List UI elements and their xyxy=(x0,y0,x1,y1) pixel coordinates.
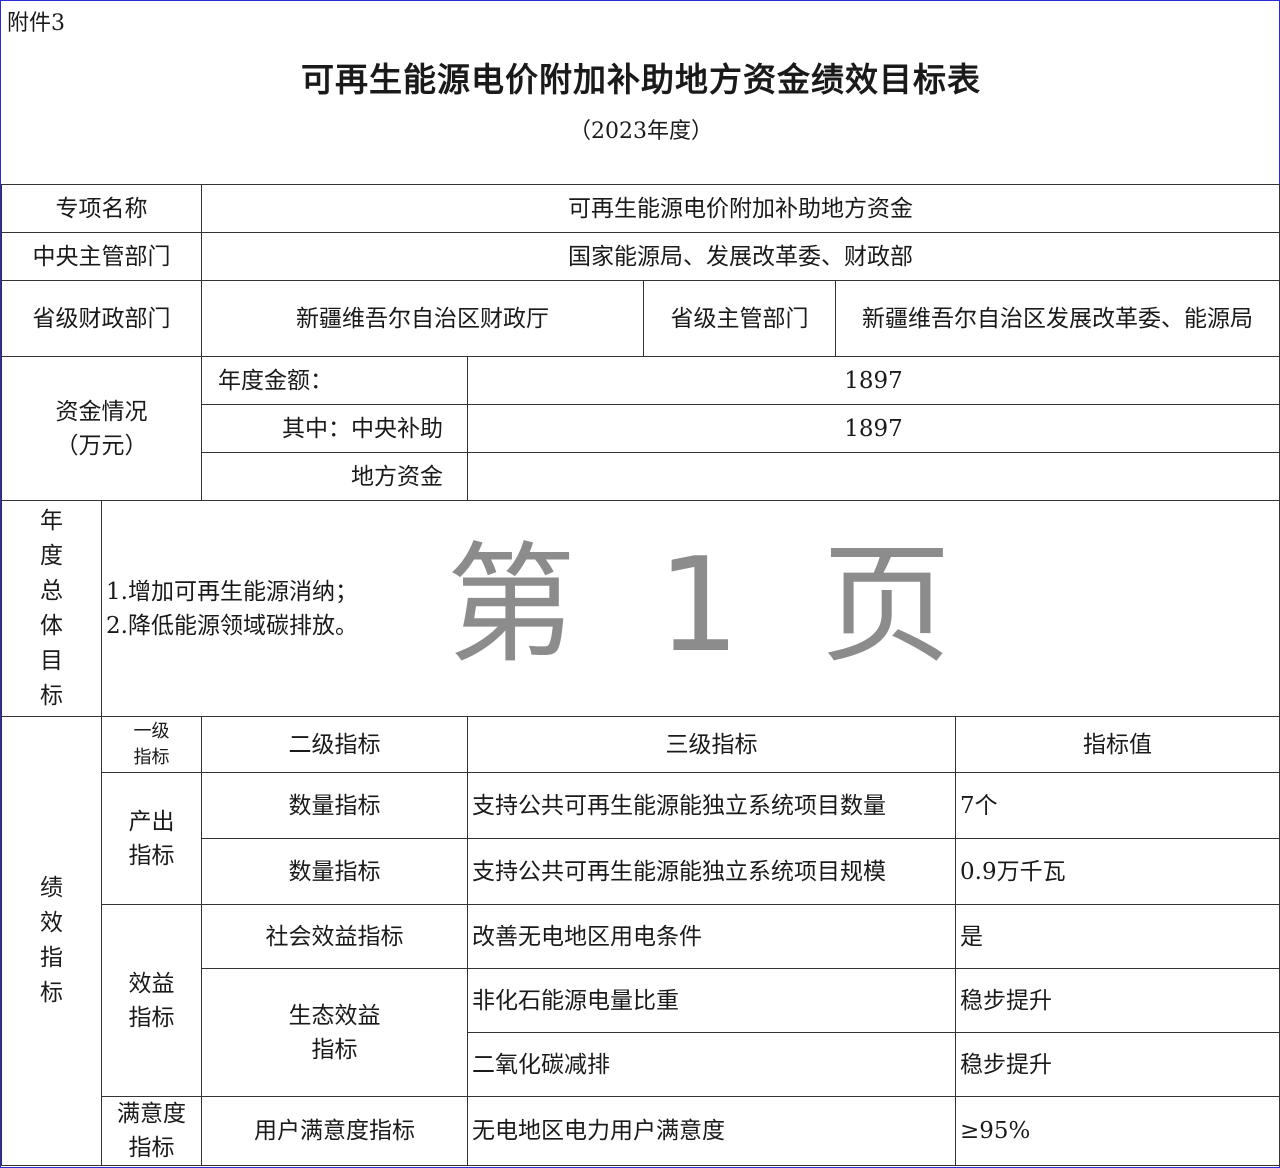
value-cell: ≥95% xyxy=(954,1096,1280,1166)
header-level1: 一级 指标 xyxy=(101,716,202,773)
local-funds-value xyxy=(466,452,1280,501)
project-name-label: 专项名称 xyxy=(1,184,202,233)
goal-label-char: 总 xyxy=(40,577,63,604)
level3-cell: 支持公共可再生能源能独立系统项目数量 xyxy=(467,772,956,839)
goal-item: 2.降低能源领域碳排放。 xyxy=(106,612,358,639)
performance-target-table: 专项名称 可再生能源电价附加补助地方资金 中央主管部门 国家能源局、发展改革委、… xyxy=(1,184,1280,1166)
satisfaction-line2: 指标 xyxy=(128,1135,175,1161)
goal-label-char: 目 xyxy=(40,647,63,674)
satisfaction-line1: 满意度 xyxy=(117,1101,186,1127)
goal-label-char: 标 xyxy=(40,682,63,709)
annual-goal-label-text: 年 度 总 体 目 标 xyxy=(38,504,66,714)
benefit-indicator-text: 效益指标 xyxy=(128,970,175,1031)
header-level1-line2: 指标 xyxy=(133,746,170,768)
annual-goal-content: 1.增加可再生能源消纳； 2.降低能源领域碳排放。 xyxy=(100,500,1280,717)
satisfaction-indicator-label: 满意度 指标 xyxy=(101,1096,202,1166)
header-level3: 三级指标 xyxy=(467,716,956,773)
eco-benefit-line2: 指标 xyxy=(311,1036,358,1063)
header-value: 指标值 xyxy=(954,716,1280,773)
perf-label-char: 标 xyxy=(40,980,63,1006)
goal-label-char: 年 xyxy=(40,507,63,534)
header-level1-line1: 一级 xyxy=(133,720,170,742)
eco-benefit-line1: 生态效益 xyxy=(288,1002,381,1029)
perf-label-char: 绩 xyxy=(40,875,63,901)
funds-label-line1: 资金情况 xyxy=(55,398,148,425)
prov-dept-value: 新疆维吾尔自治区发展改革委、能源局 xyxy=(834,280,1280,357)
level2-cell: 数量指标 xyxy=(201,838,468,905)
funds-label: 资金情况 （万元） xyxy=(1,356,202,501)
attachment-label: 附件3 xyxy=(7,11,65,36)
value-cell: 7个 xyxy=(954,772,1280,839)
local-funds-label: 地方资金 xyxy=(201,452,468,501)
page-title: 可再生能源电价附加补助地方资金绩效目标表 xyxy=(301,60,981,99)
prov-finance-label: 省级财政部门 xyxy=(1,280,202,357)
output-indicator-text: 产出指标 xyxy=(128,808,175,869)
central-dept-value: 国家能源局、发展改革委、财政部 xyxy=(200,232,1280,281)
level2-cell: 社会效益指标 xyxy=(201,904,468,969)
prov-dept-label: 省级主管部门 xyxy=(643,280,836,357)
funds-label-line2: （万元） xyxy=(55,432,148,459)
level2-cell: 用户满意度指标 xyxy=(201,1096,468,1166)
eco-benefit-label: 生态效益 指标 xyxy=(201,968,468,1097)
value-cell: 是 xyxy=(954,904,1280,969)
annual-amount-value: 1897 xyxy=(466,356,1280,405)
level3-cell: 二氧化碳减排 xyxy=(467,1032,956,1097)
header-level2: 二级指标 xyxy=(201,716,468,773)
performance-label-text: 绩 效 指 标 xyxy=(38,871,66,1011)
goal-label-char: 度 xyxy=(40,542,63,569)
level3-cell: 支持公共可再生能源能独立系统项目规模 xyxy=(467,838,956,905)
benefit-indicator-label: 效益指标 xyxy=(101,904,202,1097)
year-subtitle: （2023年度） xyxy=(569,119,713,144)
central-subsidy-label: 其中：中央补助 xyxy=(201,404,468,453)
central-subsidy-value: 1897 xyxy=(466,404,1280,453)
performance-label: 绩 效 指 标 xyxy=(1,716,102,1166)
level3-cell: 无电地区电力用户满意度 xyxy=(467,1096,956,1166)
level3-cell: 改善无电地区用电条件 xyxy=(467,904,956,969)
level3-cell: 非化石能源电量比重 xyxy=(467,968,956,1033)
goal-item: 1.增加可再生能源消纳； xyxy=(106,578,358,605)
prov-finance-value: 新疆维吾尔自治区财政厅 xyxy=(201,280,644,357)
output-indicator-label: 产出指标 xyxy=(101,772,202,905)
central-dept-label: 中央主管部门 xyxy=(1,232,202,281)
level2-cell: 数量指标 xyxy=(201,772,468,839)
value-cell: 稳步提升 xyxy=(954,1032,1280,1097)
value-cell: 稳步提升 xyxy=(954,968,1280,1033)
annual-amount-label: 年度金额： xyxy=(201,356,468,405)
project-name-value: 可再生能源电价附加补助地方资金 xyxy=(200,184,1280,233)
value-cell: 0.9万千瓦 xyxy=(954,838,1280,905)
goal-label-char: 体 xyxy=(40,612,63,639)
perf-label-char: 指 xyxy=(40,945,63,971)
annual-goal-label: 年 度 总 体 目 标 xyxy=(1,500,102,717)
perf-label-char: 效 xyxy=(40,910,63,936)
